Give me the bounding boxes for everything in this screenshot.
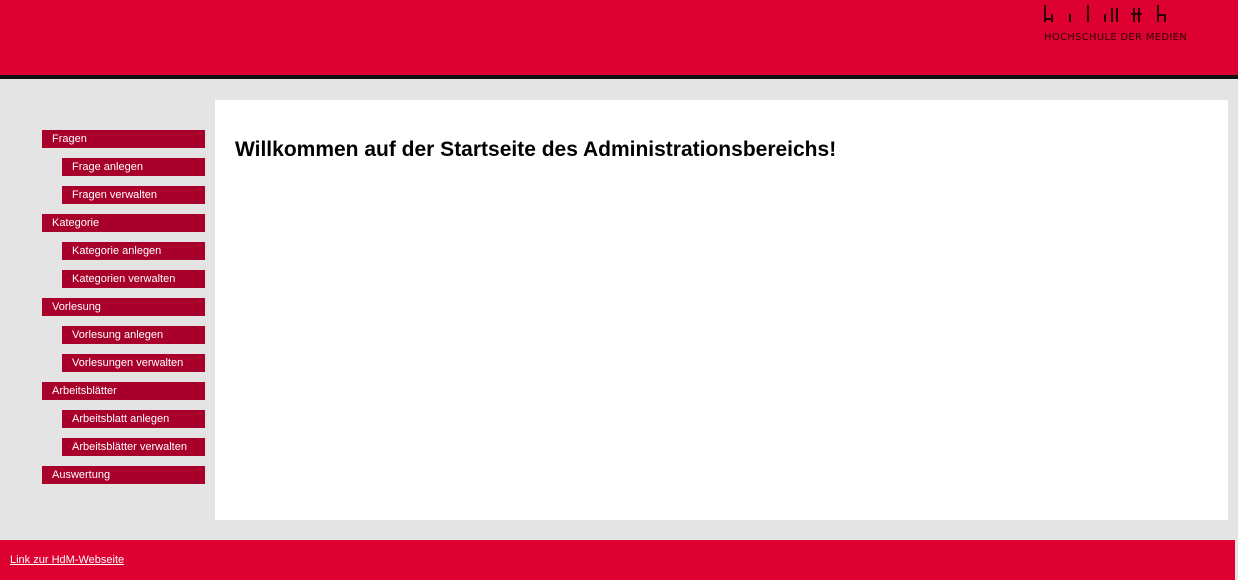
sidebar-item-arbeitsblaetter-verwalten[interactable]: Arbeitsblätter verwalten [62,438,205,456]
sidebar-item-vorlesung[interactable]: Vorlesung [42,298,205,316]
page-header: HOCHSCHULE DER MEDIEN [0,0,1238,79]
hdm-website-link[interactable]: Link zur HdM-Webseite [10,554,124,566]
page-footer: Link zur HdM-Webseite [0,540,1235,580]
sidebar-item-vorlesungen-verwalten[interactable]: Vorlesungen verwalten [62,354,205,372]
sidebar-item-frage-anlegen[interactable]: Frage anlegen [62,158,205,176]
sidebar-item-kategorie-anlegen[interactable]: Kategorie anlegen [62,242,205,260]
sidebar-item-fragen[interactable]: Fragen [42,130,205,148]
sidebar-item-kategorie[interactable]: Kategorie [42,214,205,232]
sidebar-item-arbeitsblatt-anlegen[interactable]: Arbeitsblatt anlegen [62,410,205,428]
sidebar-item-vorlesung-anlegen[interactable]: Vorlesung anlegen [62,326,205,344]
sidebar-item-kategorien-verwalten[interactable]: Kategorien verwalten [62,270,205,288]
sidebar-item-auswertung[interactable]: Auswertung [42,466,205,484]
main-content: Willkommen auf der Startseite des Admini… [215,100,1228,520]
page-title: Willkommen auf der Startseite des Admini… [235,138,837,161]
logo-text: HOCHSCHULE DER MEDIEN [1044,32,1187,43]
sidebar-item-fragen-verwalten[interactable]: Fragen verwalten [62,186,205,204]
hdm-logo-icon [1044,5,1166,22]
hdm-logo[interactable]: HOCHSCHULE DER MEDIEN [1043,4,1203,44]
sidebar-item-arbeitsblaetter[interactable]: Arbeitsblätter [42,382,205,400]
